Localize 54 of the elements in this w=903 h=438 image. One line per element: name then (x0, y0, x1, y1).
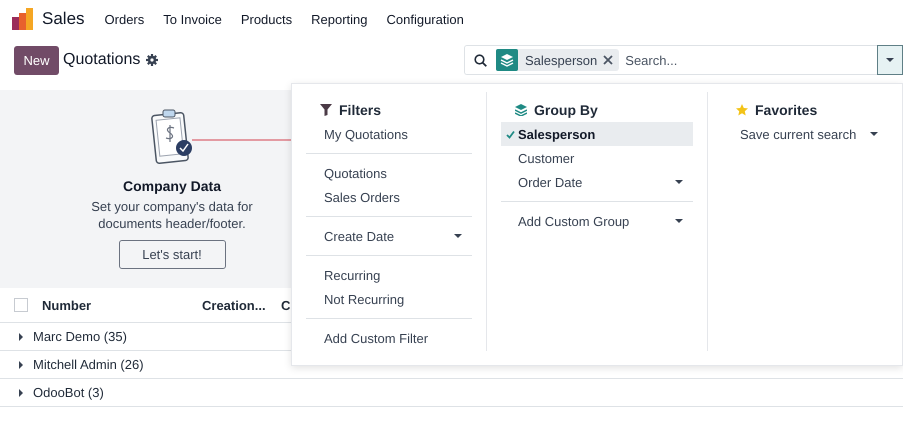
search-facet[interactable]: Salesperson (496, 49, 620, 71)
menu-option[interactable]: Sales Orders (306, 185, 472, 209)
clipboard-icon (150, 108, 194, 166)
settings-gear-icon[interactable] (146, 54, 158, 66)
menu-option[interactable]: Order Date (501, 170, 693, 194)
caret-icon[interactable] (19, 360, 23, 368)
group-row-label[interactable]: OdooBot (3) (33, 385, 104, 400)
section-heading: Filters (339, 102, 382, 118)
page-title: Quotations (63, 51, 140, 69)
section-heading: Group By (534, 102, 598, 118)
menu-option[interactable]: Create Date (306, 224, 472, 248)
menu-option[interactable]: My Quotations (306, 122, 472, 146)
select-all-checkbox[interactable] (14, 298, 28, 312)
menu-option[interactable]: Save current search (722, 122, 888, 146)
menu-option[interactable]: Quotations (306, 161, 472, 185)
caret-icon[interactable] (870, 132, 878, 136)
menu-item[interactable]: Configuration (386, 12, 464, 26)
group-row-label[interactable]: Mitchell Admin (26) (33, 357, 144, 372)
column-header[interactable]: C (281, 298, 290, 312)
filter-icon (320, 104, 332, 116)
menu-option[interactable]: Add Custom Filter (306, 326, 472, 350)
menu-option[interactable]: Add Custom Group (501, 209, 693, 233)
layers-icon (496, 49, 518, 71)
close-icon[interactable] (603, 55, 614, 65)
start-button[interactable]: Let's start! (118, 240, 226, 269)
search-field[interactable]: Salesperson Search... (464, 45, 877, 75)
facet-label: Salesperson (524, 52, 598, 68)
search-icon (474, 54, 487, 66)
menu-option[interactable]: Recurring (306, 263, 472, 287)
onboarding-title: Company Data (122, 178, 222, 194)
menu-item[interactable]: To Invoice (163, 12, 222, 26)
new-button[interactable]: New (14, 46, 59, 74)
onboarding-text: Set your company's data for documents header/footer. (90, 198, 254, 232)
menu-item[interactable]: Products (240, 12, 292, 26)
section-heading: Favorites (755, 102, 818, 118)
column-header[interactable]: Creation... (202, 298, 281, 312)
layers-icon (515, 104, 527, 116)
app-name[interactable]: Sales (42, 9, 85, 29)
menu-item[interactable]: Orders (104, 12, 144, 26)
menu-item[interactable]: Reporting (311, 12, 368, 26)
caret-icon[interactable] (19, 332, 23, 340)
caret-icon[interactable] (454, 234, 462, 238)
group-row-label[interactable]: Marc Demo (35) (33, 329, 127, 344)
column-header[interactable]: Number (42, 298, 202, 312)
check-icon (506, 130, 515, 138)
star-icon (736, 104, 748, 116)
caret-icon[interactable] (675, 180, 683, 184)
caret-icon[interactable] (675, 219, 683, 223)
caret-icon[interactable] (19, 388, 23, 396)
menu-option[interactable]: Salesperson (501, 122, 693, 146)
menu-option[interactable]: Not Recurring (306, 287, 472, 311)
menu-option[interactable]: Customer (501, 146, 693, 170)
app-logo-icon[interactable] (12, 8, 34, 30)
search-dropdown-toggle[interactable] (877, 45, 903, 75)
